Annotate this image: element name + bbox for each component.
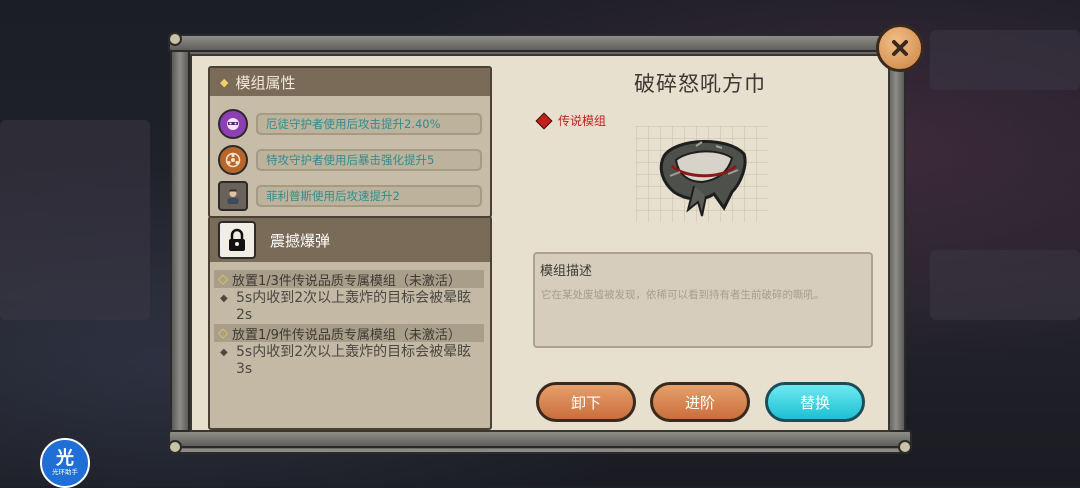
rivet	[168, 440, 182, 454]
skill-title: 震撼爆弹	[270, 231, 331, 250]
skill-condition: ◇ 放置1/3件传说品质专属模组（未激活）	[214, 270, 484, 289]
diamond-bullet-icon: ◇	[218, 271, 228, 287]
attribute-text: 特攻守护者使用后暴击强化提升5	[256, 149, 482, 171]
rarity-text: 传说模组	[558, 114, 607, 128]
frame-rail-bottom	[168, 430, 912, 448]
biohazard-icon	[218, 145, 248, 175]
frame-post-left	[170, 44, 190, 448]
attribute-text: 厄徒守护者使用后攻击提升2.40%	[256, 113, 482, 135]
description-box: 模组描述 它在某处废墟被发现，依稀可以看到持有者生前破碎的嘶吼。	[533, 252, 873, 348]
skill-condition: ◇ 放置1/9件传说品质专属模组（未激活）	[214, 324, 484, 343]
portrait-icon	[218, 181, 248, 211]
attribute-text: 菲利普斯使用后攻速提升2	[256, 185, 482, 207]
item-name: 破碎怒吼方巾	[634, 72, 766, 96]
effect-text: 5s内收到2次以上轰炸的目标会被晕眩2s	[236, 290, 472, 323]
condition-text: 放置1/9件传说品质专属模组（未激活）	[232, 327, 461, 343]
condition-text: 放置1/3件传说品质专属模组（未激活）	[232, 273, 461, 289]
background-panel	[0, 120, 150, 320]
lock-icon	[218, 221, 256, 259]
attribute-row: 特攻守护者使用后暴击强化提升5	[218, 145, 482, 175]
skill-effect: ◆ 5s内收到2次以上轰炸的目标会被晕眩2s	[220, 290, 482, 324]
replace-button[interactable]: 替换	[765, 382, 865, 422]
watermark-glyph: 光	[56, 448, 74, 469]
diamond-bullet-icon: ◆	[220, 75, 229, 89]
rivet	[898, 440, 912, 454]
rarity-gem-icon	[535, 112, 553, 129]
frame-rail-top	[168, 34, 912, 52]
description-title: 模组描述	[540, 264, 593, 279]
watermark-logo[interactable]: 光 光环助手	[40, 438, 90, 488]
attribute-row: 菲利普斯使用后攻速提升2	[218, 181, 482, 211]
bullet-icon: ◆	[220, 293, 228, 304]
bullet-icon: ◆	[220, 347, 228, 358]
skill-section: 震撼爆弹 ◇ 放置1/3件传说品质专属模组（未激活） ◆ 5s内收到2次以上轰炸…	[208, 216, 492, 430]
bandana-item-image	[636, 126, 768, 222]
rivet	[168, 32, 182, 46]
attributes-header: ◆ 模组属性	[210, 68, 490, 96]
attributes-title: 模组属性	[235, 73, 296, 92]
effect-text: 5s内收到2次以上轰炸的目标会被晕眩3s	[236, 344, 472, 377]
watermark-caption: 光环助手	[52, 468, 78, 476]
rarity-label: 传说模组	[535, 112, 607, 129]
advance-button[interactable]: 进阶	[650, 382, 750, 422]
background-panel	[930, 30, 1080, 90]
skill-effect: ◆ 5s内收到2次以上轰炸的目标会被晕眩3s	[220, 344, 482, 378]
module-attributes-section: ◆ 模组属性 厄徒守护者使用后攻击提升2.40% 特攻守护者使用后暴击强化提升5…	[208, 66, 492, 218]
description-text: 它在某处废墟被发现，依稀可以看到持有者生前破碎的嘶吼。	[541, 289, 825, 301]
attribute-row: 厄徒守护者使用后攻击提升2.40%	[218, 109, 482, 139]
skill-header: 震撼爆弹	[210, 218, 490, 262]
diamond-bullet-icon: ◇	[218, 325, 228, 341]
close-icon	[892, 40, 908, 56]
unequip-button[interactable]: 卸下	[536, 382, 636, 422]
background-panel	[930, 250, 1080, 320]
masked-hero-icon	[218, 109, 248, 139]
close-button[interactable]	[876, 24, 924, 72]
